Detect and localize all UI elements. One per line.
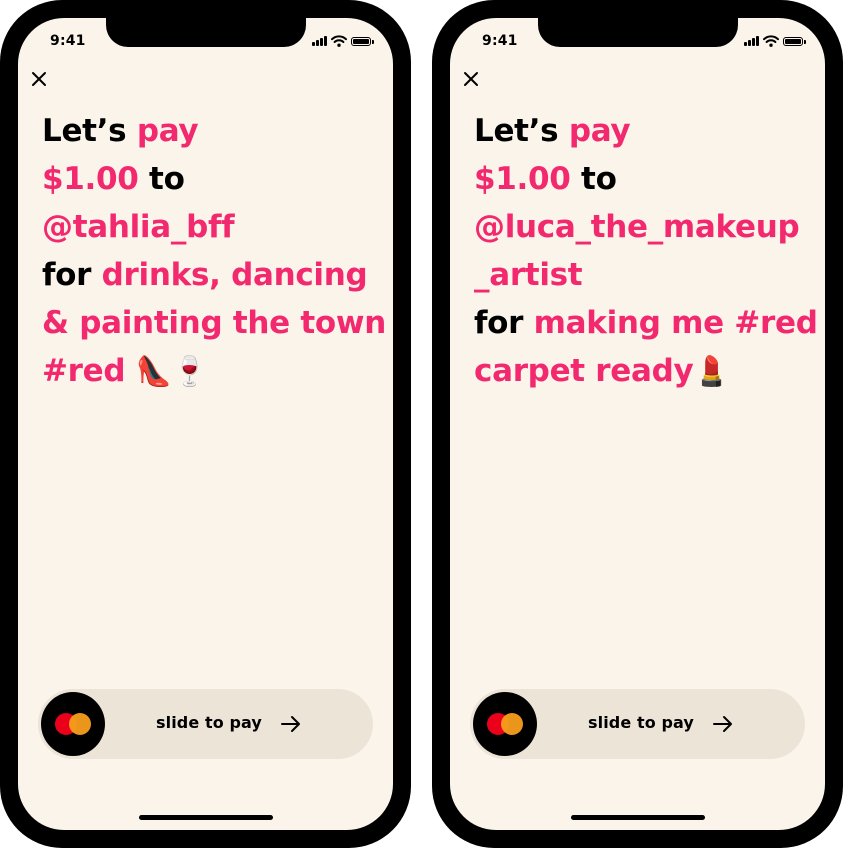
- cellular-signal-icon: [312, 36, 327, 46]
- payment-message: Let’s pay $1.00 to @luca_the_makeup _artist…: [474, 107, 818, 395]
- cellular-signal-icon: [744, 36, 759, 46]
- mastercard-circle-icon: [501, 713, 523, 735]
- highlight-text: @tahlia_bff: [42, 209, 235, 245]
- message-line: for drinks, dancing: [42, 251, 382, 299]
- message-line: for making me #red: [474, 299, 818, 347]
- status-icons: [312, 35, 374, 47]
- highlight-text: $1.00: [42, 161, 139, 197]
- highlight-text: drinks, dancing: [101, 257, 368, 293]
- emoji-icon: 👠🍷: [135, 354, 208, 388]
- status-time: 9:41: [50, 33, 86, 49]
- message-text: Let’s: [42, 113, 137, 149]
- battery-icon: [783, 36, 806, 46]
- message-line: @tahlia_bff: [42, 203, 382, 251]
- message-line: Let’s pay: [474, 107, 814, 155]
- payment-screen: 9:41 Let’s pay $1.00 to @luca_the_makeup _a…: [450, 18, 825, 830]
- highlight-text: making me #red: [533, 305, 818, 341]
- highlight-text: @luca_the_makeup: [474, 209, 800, 245]
- message-line: carpet ready💄: [474, 347, 814, 395]
- arrow-right-icon: [713, 716, 732, 732]
- phone-frame: 9:41 Let’s pay $1.00 to @luca_the_makeup _a…: [432, 0, 843, 848]
- message-line: @luca_the_makeup: [474, 203, 814, 251]
- highlight-text: & painting the town: [42, 305, 386, 341]
- slider-handle[interactable]: [41, 692, 105, 756]
- close-icon[interactable]: [462, 70, 480, 88]
- highlight-text: carpet ready: [474, 353, 694, 389]
- highlight-text: pay: [136, 113, 199, 149]
- status-time: 9:41: [482, 33, 518, 49]
- phone-frame: 9:41 Let’s pay $1.00 to @tahlia_bff for dri…: [0, 0, 411, 848]
- message-line: & painting the town: [42, 299, 386, 347]
- payment-message: Let’s pay $1.00 to @tahlia_bff for drinks, …: [42, 107, 386, 395]
- slider-handle[interactable]: [473, 692, 537, 756]
- message-text: to: [138, 161, 185, 197]
- message-text: for: [474, 305, 534, 341]
- home-indicator[interactable]: [139, 815, 273, 820]
- message-line: _artist: [474, 251, 814, 299]
- close-icon[interactable]: [30, 70, 48, 88]
- highlight-text: #red: [42, 353, 136, 389]
- slider-label: slide to pay: [588, 713, 694, 732]
- slider-label: slide to pay: [156, 713, 262, 732]
- wifi-icon: [331, 35, 347, 47]
- slide-to-pay-slider[interactable]: slide to pay: [470, 689, 805, 759]
- message-text: for: [42, 257, 102, 293]
- status-icons: [744, 35, 806, 47]
- message-line: $1.00 to: [42, 155, 382, 203]
- message-line: #red 👠🍷: [42, 347, 382, 395]
- message-text: Let’s: [474, 113, 569, 149]
- highlight-text: $1.00: [474, 161, 571, 197]
- wifi-icon: [763, 35, 779, 47]
- phone-notch: [106, 18, 306, 47]
- slide-to-pay-slider[interactable]: slide to pay: [38, 689, 373, 759]
- message-line: $1.00 to: [474, 155, 814, 203]
- highlight-text: pay: [568, 113, 631, 149]
- highlight-text: _artist: [474, 257, 583, 293]
- battery-icon: [351, 36, 374, 46]
- message-text: to: [570, 161, 617, 197]
- payment-screen: 9:41 Let’s pay $1.00 to @tahlia_bff for dri…: [18, 18, 393, 830]
- home-indicator[interactable]: [571, 815, 705, 820]
- mastercard-circle-icon: [69, 713, 91, 735]
- emoji-icon: 💄: [693, 354, 730, 388]
- message-line: Let’s pay: [42, 107, 382, 155]
- phone-notch: [538, 18, 738, 47]
- arrow-right-icon: [281, 716, 300, 732]
